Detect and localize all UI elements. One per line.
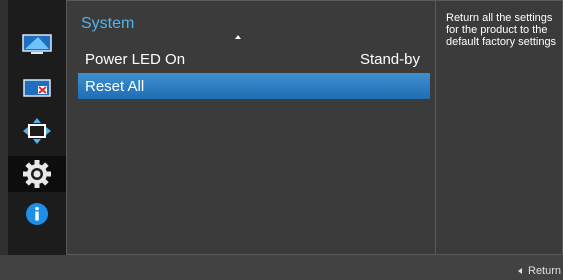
menu-item-reset-all[interactable]: Reset All xyxy=(78,73,430,99)
description-text: Return all the settings for the product … xyxy=(446,12,557,48)
bottom-bar: Return xyxy=(0,255,563,280)
menu-item-label: Power LED On xyxy=(85,50,186,68)
menu-category-sidebar xyxy=(8,0,66,255)
system-gear-icon[interactable] xyxy=(8,156,66,192)
description-panel: Return all the settings for the product … xyxy=(436,0,563,255)
screen-adjust-icon[interactable] xyxy=(8,71,66,107)
system-menu-panel: System Power LED On Stand-by Reset All xyxy=(66,0,436,255)
menu-item-label: Reset All xyxy=(85,77,145,95)
left-arrow-icon xyxy=(518,268,522,274)
onscreen-display-move-icon[interactable] xyxy=(8,113,66,149)
osd-screen: System Power LED On Stand-by Reset All R… xyxy=(0,0,563,280)
scroll-up-icon xyxy=(235,35,241,39)
return-label: Return xyxy=(528,265,562,277)
menu-title: System xyxy=(81,15,135,32)
menu-item-power-led-on[interactable]: Power LED On Stand-by xyxy=(78,46,430,72)
return-button[interactable]: Return xyxy=(518,265,561,277)
picture-monitor-icon[interactable] xyxy=(8,27,66,63)
menu-item-value: Stand-by xyxy=(359,50,420,68)
information-icon[interactable] xyxy=(8,196,66,232)
